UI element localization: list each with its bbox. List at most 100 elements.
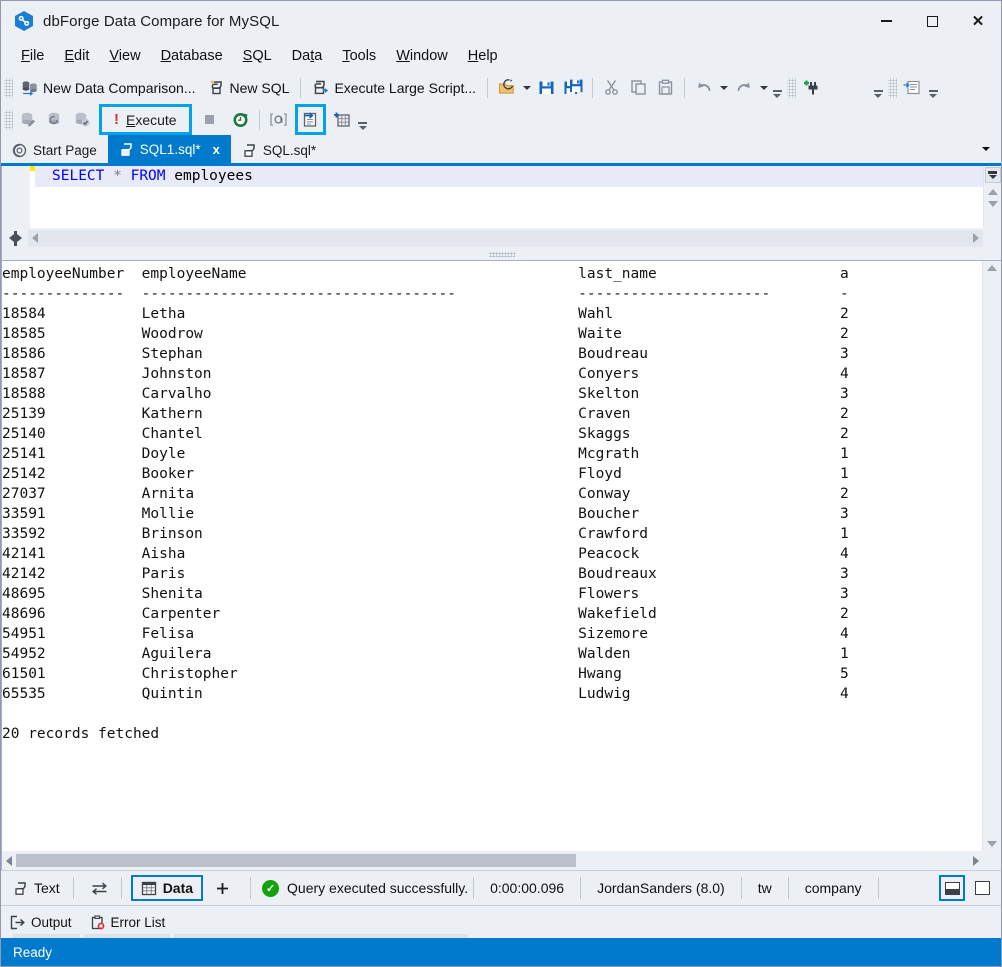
add-results-tab-button[interactable]: [207, 875, 238, 901]
new-data-comparison-button[interactable]: New Data Comparison...: [15, 75, 202, 100]
editor-line-1[interactable]: SELECT * FROM employees: [35, 166, 983, 187]
toolbar-overflow-button[interactable]: [770, 73, 784, 103]
copy-button[interactable]: [625, 75, 652, 100]
table-row: 54952 Aguilera Walden 1: [2, 646, 849, 662]
layout-split-button[interactable]: [939, 875, 965, 901]
minimize-button[interactable]: [863, 1, 909, 41]
undo-button[interactable]: [690, 75, 717, 100]
editor-code-area[interactable]: SELECT * FROM employees: [35, 166, 983, 228]
editor-scroll-up-icon[interactable]: [987, 189, 998, 195]
scroll-left-icon[interactable]: [32, 233, 38, 243]
undo-dropdown-button[interactable]: [717, 75, 730, 100]
sql-toolbar-overflow-button[interactable]: [356, 105, 370, 135]
sql-toolbar-separator: [258, 109, 260, 130]
execution-history-button[interactable]: [227, 107, 254, 132]
toolbar-grip-icon[interactable]: [4, 77, 13, 98]
refresh-query-button[interactable]: [42, 107, 69, 132]
toolbar-overflow-button-3[interactable]: [926, 73, 940, 103]
user-name: tw: [757, 880, 772, 896]
editor-horizontal-scrollbar[interactable]: [28, 229, 983, 247]
dock-tab-error-list[interactable]: Error List: [81, 909, 175, 935]
query-parameters-button[interactable]: [265, 107, 292, 132]
layout-full-button[interactable]: [969, 875, 995, 901]
toolbar-grip-icon-3[interactable]: [888, 77, 898, 98]
results-data-tab[interactable]: Data: [130, 875, 204, 901]
minimize-icon: [880, 20, 892, 22]
results-text-tab[interactable]: Text: [5, 875, 68, 901]
toolbar-separator-4: [684, 77, 686, 98]
tab-start-page[interactable]: Start Page: [1, 137, 108, 163]
results-horizontal-scrollbar[interactable]: [2, 852, 983, 869]
execute-to-file-button[interactable]: [294, 104, 326, 135]
redo-dropdown-button[interactable]: [757, 75, 770, 100]
results-scroll-left-icon[interactable]: [6, 855, 12, 866]
paste-icon: [658, 79, 673, 95]
sql-toolbar-grip-icon[interactable]: [4, 109, 13, 130]
menu-window[interactable]: Window: [386, 44, 458, 68]
sql-document-icon: [119, 142, 134, 157]
editor-scroll-down-icon[interactable]: [987, 201, 998, 207]
table-row: 27037 Arnita Conway 2: [2, 486, 849, 502]
menu-tools[interactable]: Tools: [332, 44, 386, 68]
menu-file[interactable]: File: [11, 44, 54, 68]
execute-large-script-button[interactable]: Execute Large Script...: [306, 75, 482, 100]
results-hscroll-track[interactable]: [16, 854, 969, 867]
save-all-button[interactable]: [560, 75, 587, 100]
results-scroll-down-icon[interactable]: [987, 841, 997, 847]
menu-edit[interactable]: Edit: [54, 44, 99, 68]
open-file-button[interactable]: [493, 75, 520, 100]
new-connection-button[interactable]: [798, 75, 825, 100]
tab-close-icon[interactable]: x: [213, 142, 220, 157]
results-vertical-scrollbar[interactable]: [982, 261, 1001, 851]
results-scroll-up-icon[interactable]: [987, 265, 997, 271]
editor-split-handle[interactable]: [2, 229, 28, 247]
toolbar-grip-icon-2[interactable]: [787, 77, 797, 98]
scroll-right-icon[interactable]: [973, 233, 979, 243]
dock-tab-output[interactable]: Output: [1, 909, 81, 935]
stop-button[interactable]: [196, 107, 223, 132]
layout-buttons: [939, 875, 1001, 901]
maximize-button[interactable]: [909, 1, 955, 41]
redo-button[interactable]: [730, 75, 757, 100]
status-separator-2: [580, 877, 582, 899]
menu-view[interactable]: View: [99, 44, 150, 68]
new-query-button[interactable]: [15, 107, 42, 132]
menu-sql[interactable]: SQL: [233, 44, 282, 68]
open-file-dropdown-button[interactable]: [520, 75, 533, 100]
save-button[interactable]: [533, 75, 560, 100]
tab-sql1[interactable]: SQL1.sql* x: [107, 135, 231, 163]
close-button[interactable]: ✕: [955, 1, 1001, 41]
editor-split-button[interactable]: [984, 167, 1001, 183]
sql-editor[interactable]: SELECT * FROM employees: [1, 166, 1001, 228]
table-row: 54951 Felisa Sizemore 4: [2, 626, 849, 642]
cut-button[interactable]: [598, 75, 625, 100]
execute-button[interactable]: ! Execute: [99, 104, 192, 135]
validate-query-button[interactable]: [69, 107, 96, 132]
database-name[interactable]: company: [794, 877, 873, 899]
results-toolbar-separator-2: [120, 877, 122, 899]
sql-document-icon-2: [242, 143, 257, 158]
sql-keyword-from: FROM: [130, 168, 166, 184]
swap-panes-button[interactable]: [83, 875, 116, 901]
results-pane[interactable]: employeeNumber employeeName last_name a -…: [1, 260, 1001, 851]
tab-list-dropdown-button[interactable]: [979, 142, 993, 156]
editor-vertical-scrollbar[interactable]: [983, 166, 1001, 228]
results-scroll-right-icon[interactable]: [973, 855, 979, 866]
status-bar: Ready: [1, 938, 1001, 966]
connection-name[interactable]: JordanSanders (8.0): [586, 877, 736, 899]
table-row: 18586 Stephan Boudreau 3: [2, 346, 849, 362]
results-footer: 20 records fetched: [2, 726, 160, 742]
tab-sql[interactable]: SQL.sql*: [231, 137, 327, 163]
menu-data[interactable]: Data: [282, 44, 333, 68]
dock-underline-seg-3: [173, 934, 468, 938]
format-sql-button[interactable]: [899, 75, 926, 100]
pane-splitter[interactable]: [1, 248, 1001, 260]
new-sql-button[interactable]: New SQL: [202, 75, 296, 100]
results-text-output[interactable]: employeeNumber employeeName last_name a -…: [2, 261, 982, 851]
paste-button[interactable]: [652, 75, 679, 100]
toolbar-overflow-button-2[interactable]: [871, 73, 885, 103]
menu-database[interactable]: Database: [151, 44, 233, 68]
execution-plan-button[interactable]: [329, 107, 356, 132]
menu-help[interactable]: Help: [458, 44, 508, 68]
results-hscroll-thumb[interactable]: [16, 854, 576, 867]
